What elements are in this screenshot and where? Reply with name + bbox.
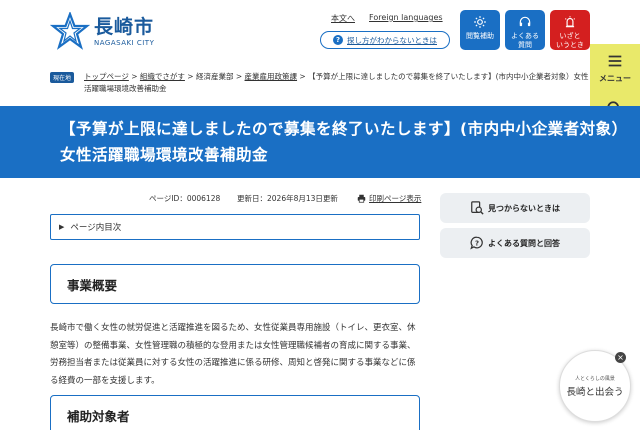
nagasaki-emblem-icon	[50, 12, 90, 50]
breadcrumb-item-section[interactable]: 産業雇用政策課	[245, 72, 298, 81]
alarm-icon	[565, 16, 575, 28]
breadcrumb-item-org[interactable]: 組織でさがす	[140, 72, 185, 81]
not-found-button[interactable]: 見つからないときは	[440, 193, 590, 223]
section-heading-overview: 事業概要	[50, 264, 420, 304]
not-found-label: 見つからないときは	[488, 203, 560, 213]
emergency-button[interactable]: いざと いうとき	[550, 10, 590, 50]
breadcrumb-badge: 現在地	[50, 72, 75, 83]
print-label: 印刷ページ表示	[369, 194, 422, 203]
search-help-button[interactable]: ? 探し方がわからないときは	[320, 31, 450, 49]
search-help-label: 探し方がわからないときは	[347, 35, 437, 45]
print-link[interactable]: 印刷ページ表示	[357, 193, 421, 204]
banner-title: 長崎と出会う	[566, 386, 624, 398]
question-icon: ?	[333, 35, 343, 45]
section-body-overview: 長崎市で働く女性の就労促進と活躍推進を図るため、女性従業員専用施設（トイレ、更衣…	[50, 323, 416, 386]
updated-date: 更新日：2026年8月13日更新	[237, 194, 338, 203]
faq-button[interactable]: よくある 質問	[505, 10, 545, 50]
top-links: 本文へ Foreign languages	[331, 13, 443, 24]
breadcrumb: トップページ > 組織でさがす > 経済産業部 > 産業雇用政策課 > 【予算が…	[84, 72, 589, 93]
faq-answers-label: よくある質問と回答	[488, 238, 560, 248]
emergency-label: いざと いうとき	[556, 32, 584, 49]
logo-text-jp: 長崎市	[94, 16, 155, 38]
headset-icon	[519, 16, 531, 27]
breadcrumb-item-top[interactable]: トップページ	[84, 72, 129, 81]
printer-icon	[357, 194, 366, 203]
breadcrumb-item-dept: 経済産業部	[195, 72, 234, 81]
page-id: ページID：0006128	[149, 194, 221, 203]
svg-text:?: ?	[475, 240, 479, 248]
page-title: 【予算が上限に達しましたので募集を終了いたします】(市内中小企業者対象）女性活躍…	[60, 120, 628, 164]
section-heading-eligible: 補助対象者	[50, 395, 420, 430]
skip-to-content-link[interactable]: 本文へ	[331, 13, 355, 24]
toc-label: ページ内目次	[70, 223, 122, 233]
menu-label: メニュー	[599, 74, 631, 83]
triangle-right-icon: ▶	[59, 223, 65, 231]
gear-icon	[474, 16, 486, 28]
accessibility-button[interactable]: 閲覧補助	[460, 10, 500, 50]
accessibility-label: 閲覧補助	[466, 32, 494, 40]
site-header: 長崎市 NAGASAKI CITY 本文へ Foreign languages …	[0, 0, 640, 66]
question-bubble-icon: ?	[470, 236, 483, 250]
logo-text-en: NAGASAKI CITY	[94, 39, 155, 47]
foreign-languages-link[interactable]: Foreign languages	[369, 13, 443, 24]
faq-answers-button[interactable]: ? よくある質問と回答	[440, 228, 590, 258]
search-doc-icon	[471, 201, 484, 215]
menu-button[interactable]: メニュー	[590, 44, 640, 92]
page-toc-toggle[interactable]: ▶ ページ内目次	[50, 214, 420, 240]
faq-label: よくある 質問	[511, 32, 539, 49]
hamburger-icon	[608, 55, 622, 67]
banner-subtitle: 人とくらしの風景	[575, 375, 615, 382]
site-logo[interactable]: 長崎市 NAGASAKI CITY	[50, 12, 154, 52]
close-icon[interactable]: ×	[615, 352, 626, 363]
